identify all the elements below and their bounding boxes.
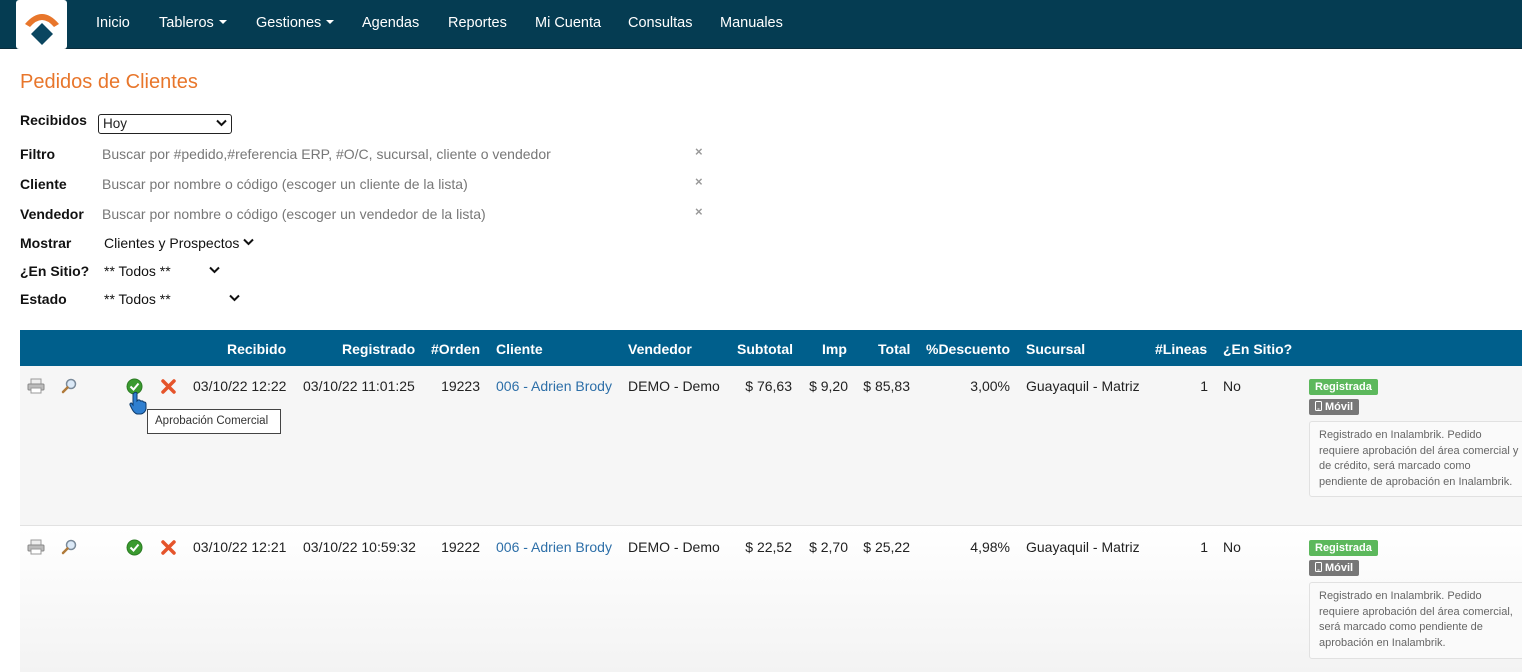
nav-inicio[interactable]: Inicio <box>96 15 130 31</box>
magnifier-icon[interactable] <box>61 539 78 556</box>
page-title: Pedidos de Clientes <box>20 71 198 93</box>
top-navbar: Inicio Tableros Gestiones Agendas Report… <box>0 0 1522 49</box>
caret-down-icon <box>218 20 227 24</box>
col-en-sitio[interactable]: ¿En Sitio? <box>1223 341 1292 357</box>
chevron-down-icon <box>243 238 254 246</box>
logo-icon <box>25 14 59 45</box>
cell-registrado: 03/10/22 10:59:32 <box>303 539 416 555</box>
printer-icon[interactable] <box>27 378 45 394</box>
en-sitio-select[interactable]: ** Todos ** <box>104 263 171 279</box>
en-sitio-label: ¿En Sitio? <box>20 263 90 279</box>
cliente-label: Cliente <box>20 176 67 192</box>
hand-pointer-icon <box>129 391 147 415</box>
col-descuento[interactable]: %Descuento <box>926 341 1010 357</box>
cell-subtotal: $ 76,63 <box>745 378 792 394</box>
app-logo[interactable] <box>16 0 67 49</box>
cell-subtotal: $ 22,52 <box>745 539 792 555</box>
cell-orden: 19223 <box>441 378 480 394</box>
cell-total: $ 85,83 <box>863 378 910 394</box>
cell-cliente-link[interactable]: 006 - Adrien Brody <box>496 378 612 394</box>
mostrar-label: Mostrar <box>20 235 72 251</box>
table-header: Recibido Registrado #Orden Cliente Vende… <box>20 330 1522 366</box>
cell-sucursal: Guayaquil - Matriz <box>1026 378 1140 394</box>
cell-lineas: 1 <box>1200 378 1208 394</box>
cliente-clear-icon[interactable]: × <box>695 174 703 189</box>
nav-agendas[interactable]: Agendas <box>362 15 419 31</box>
col-total[interactable]: Total <box>878 341 910 357</box>
vendedor-label: Vendedor <box>20 206 84 222</box>
col-orden[interactable]: #Orden <box>431 341 480 357</box>
cell-en-sitio: No <box>1223 539 1241 555</box>
mostrar-select[interactable]: Clientes y Prospectos <box>104 235 239 251</box>
cell-sucursal: Guayaquil - Matriz <box>1026 539 1140 555</box>
nav-gestiones[interactable]: Gestiones <box>256 15 335 31</box>
status-badge: Registrada <box>1309 540 1378 556</box>
recibidos-select[interactable]: Hoy <box>98 114 232 134</box>
reject-x-icon[interactable] <box>160 378 177 395</box>
cell-en-sitio: No <box>1223 378 1241 394</box>
chevron-down-icon <box>229 294 240 302</box>
channel-badge: Móvil <box>1309 399 1360 415</box>
estado-select[interactable]: ** Todos ** <box>104 291 171 307</box>
nav-tableros[interactable]: Tableros <box>159 15 227 31</box>
filtro-label: Filtro <box>20 146 55 162</box>
cell-registrado: 03/10/22 11:01:25 <box>303 378 415 394</box>
nav-manuales[interactable]: Manuales <box>720 15 783 31</box>
cell-descuento: 3,00% <box>970 378 1010 394</box>
cell-total: $ 25,22 <box>863 539 910 555</box>
cell-cliente-link[interactable]: 006 - Adrien Brody <box>496 539 612 555</box>
col-subtotal[interactable]: Subtotal <box>737 341 793 357</box>
status-note: Registrado en Inalambrik. Pedido requier… <box>1309 421 1522 497</box>
caret-down-icon <box>326 20 335 24</box>
filtro-clear-icon[interactable]: × <box>695 144 703 159</box>
nav-consultas[interactable]: Consultas <box>628 15 692 31</box>
col-vendedor[interactable]: Vendedor <box>628 341 692 357</box>
chevron-down-icon <box>209 266 220 274</box>
cell-vendedor: DEMO - Demo <box>628 378 720 394</box>
printer-icon[interactable] <box>27 539 45 555</box>
channel-badge: Móvil <box>1309 560 1360 576</box>
vendedor-clear-icon[interactable]: × <box>695 204 703 219</box>
col-cliente[interactable]: Cliente <box>496 341 543 357</box>
nav-reportes[interactable]: Reportes <box>448 15 507 31</box>
reject-x-icon[interactable] <box>160 539 177 556</box>
recibidos-value: Hoy <box>103 116 128 131</box>
cell-recibido: 03/10/22 12:22 <box>193 378 287 394</box>
cell-recibido: 03/10/22 12:21 <box>193 539 287 555</box>
col-recibido[interactable]: Recibido <box>227 341 286 357</box>
vendedor-input[interactable]: Buscar por nombre o código (escoger un v… <box>102 206 486 222</box>
col-lineas[interactable]: #Lineas <box>1155 341 1207 357</box>
status-note: Registrado en Inalambrik. Pedido requier… <box>1309 582 1522 659</box>
col-sucursal[interactable]: Sucursal <box>1026 341 1085 357</box>
approve-check-icon[interactable] <box>126 539 143 556</box>
magnifier-icon[interactable] <box>61 378 78 395</box>
approval-tooltip: Aprobación Comercial <box>147 409 281 434</box>
cell-orden: 19222 <box>441 539 480 555</box>
cell-lineas: 1 <box>1200 539 1208 555</box>
nav-mi-cuenta[interactable]: Mi Cuenta <box>535 15 601 31</box>
col-registrado[interactable]: Registrado <box>342 341 415 357</box>
table-row: 03/10/22 12:21 03/10/22 10:59:32 19222 0… <box>20 527 1522 672</box>
mobile-phone-icon <box>1315 562 1322 572</box>
filtro-input[interactable]: Buscar por #pedido,#referencia ERP, #O/C… <box>102 146 551 162</box>
cliente-input[interactable]: Buscar por nombre o código (escoger un c… <box>102 176 468 192</box>
mobile-phone-icon <box>1315 401 1322 411</box>
chevron-down-icon <box>216 119 227 127</box>
col-imp[interactable]: Imp <box>822 341 847 357</box>
table-row: 03/10/22 12:22 03/10/22 11:01:25 19223 0… <box>20 366 1522 526</box>
recibidos-label: Recibidos <box>20 112 87 128</box>
cell-vendedor: DEMO - Demo <box>628 539 720 555</box>
cell-descuento: 4,98% <box>970 539 1010 555</box>
status-badge: Registrada <box>1309 379 1378 395</box>
estado-label: Estado <box>20 291 67 307</box>
